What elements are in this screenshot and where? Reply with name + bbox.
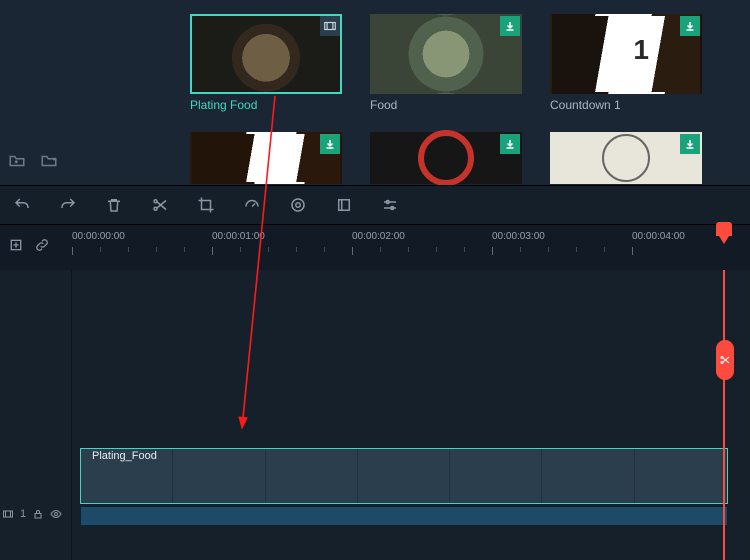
download-badge-icon[interactable] — [500, 134, 520, 154]
ruler-minor-tick — [268, 247, 269, 252]
track-number: 1 — [20, 508, 26, 520]
add-folder-icon[interactable] — [8, 152, 26, 170]
clip-frame — [542, 449, 634, 503]
speed-button[interactable] — [242, 195, 262, 215]
clip-frame — [173, 449, 265, 503]
clip-frame — [635, 449, 727, 503]
timecode-label: 00:00:03:00 — [492, 231, 545, 242]
ruler-minor-tick — [324, 247, 325, 252]
ruler-minor-tick — [128, 247, 129, 252]
eye-icon[interactable] — [50, 508, 62, 520]
ruler-minor-tick — [408, 247, 409, 252]
media-browser: Plating Food Food Countdown 1 — [0, 0, 750, 185]
ruler-tick — [352, 247, 353, 255]
playhead-line[interactable] — [723, 270, 725, 560]
media-row-1: Plating Food Food Countdown 1 — [190, 14, 702, 112]
delete-button[interactable] — [104, 195, 124, 215]
ruler-left-controls — [0, 225, 72, 270]
time-ruler[interactable]: 00:00:00:00 00:00:01:00 00:00:02:00 00:00:0… — [72, 225, 750, 270]
clip-frame — [358, 449, 450, 503]
media-thumbnail[interactable]: Countdown 1 — [550, 14, 702, 112]
media-thumbnail[interactable] — [370, 132, 522, 184]
download-badge-icon[interactable] — [500, 16, 520, 36]
ruler-minor-tick — [296, 247, 297, 252]
redo-button[interactable] — [58, 195, 78, 215]
color-button[interactable] — [288, 195, 308, 215]
clip-frame — [266, 449, 358, 503]
ruler-minor-tick — [576, 247, 577, 252]
ruler-tick — [632, 247, 633, 255]
time-ruler-row: 00:00:00:00 00:00:01:00 00:00:02:00 00:00:0… — [0, 225, 750, 270]
add-marker-button[interactable] — [8, 237, 24, 258]
ruler-minor-tick — [240, 247, 241, 252]
video-clip[interactable] — [80, 448, 728, 504]
timecode-label: 00:00:01:00 — [212, 231, 265, 242]
adjust-button[interactable] — [380, 195, 400, 215]
timeline-panel: 1 Plating_Food — [0, 270, 750, 560]
media-thumbnail[interactable]: Plating Food — [190, 14, 342, 112]
undo-button[interactable] — [12, 195, 32, 215]
audio-clip[interactable] — [80, 506, 728, 526]
videoclip-badge-icon — [320, 16, 340, 36]
folder-tools — [8, 152, 58, 170]
thumbnail-label: Countdown 1 — [550, 98, 702, 112]
video-track-header[interactable]: 1 — [2, 508, 62, 520]
thumbnail-image — [370, 14, 522, 94]
ruler-minor-tick — [380, 247, 381, 252]
remove-folder-icon[interactable] — [40, 152, 58, 170]
ruler-minor-tick — [604, 247, 605, 252]
ruler-minor-tick — [548, 247, 549, 252]
ruler-minor-tick — [156, 247, 157, 252]
media-row-2 — [190, 132, 702, 184]
ruler-tick — [212, 247, 213, 255]
thumbnail-image — [190, 132, 342, 184]
link-button[interactable] — [34, 237, 50, 258]
thumbnail-label: Food — [370, 98, 522, 112]
ruler-minor-tick — [464, 247, 465, 252]
ruler-minor-tick — [436, 247, 437, 252]
timecode-label: 00:00:02:00 — [352, 231, 405, 242]
timecode-label: 00:00:00:00 — [72, 231, 125, 242]
timeline-toolbar — [0, 185, 750, 225]
crop-button[interactable] — [196, 195, 216, 215]
clip-label: Plating_Food — [92, 450, 157, 462]
lock-icon[interactable] — [32, 508, 44, 520]
thumbnail-label: Plating Food — [190, 98, 342, 112]
media-thumbnail[interactable] — [190, 132, 342, 184]
ruler-minor-tick — [184, 247, 185, 252]
clip-frame — [450, 449, 542, 503]
ruler-minor-tick — [520, 247, 521, 252]
timecode-label: 00:00:04:00 — [632, 231, 685, 242]
track-gutter: 1 — [0, 270, 72, 560]
media-thumbnail[interactable] — [550, 132, 702, 184]
thumbnail-image — [550, 14, 702, 94]
ruler-tick — [72, 247, 73, 255]
playhead-cut-handle[interactable] — [716, 340, 734, 380]
download-badge-icon[interactable] — [320, 134, 340, 154]
media-thumbnail[interactable]: Food — [370, 14, 522, 112]
playhead-flag-icon[interactable] — [716, 222, 732, 236]
thumbnail-image — [550, 132, 702, 184]
split-button[interactable] — [150, 195, 170, 215]
download-badge-icon[interactable] — [680, 16, 700, 36]
thumbnail-image — [190, 14, 342, 94]
ruler-minor-tick — [100, 247, 101, 252]
download-badge-icon[interactable] — [680, 134, 700, 154]
greenscreen-button[interactable] — [334, 195, 354, 215]
thumbnail-image — [370, 132, 522, 184]
ruler-tick — [492, 247, 493, 255]
